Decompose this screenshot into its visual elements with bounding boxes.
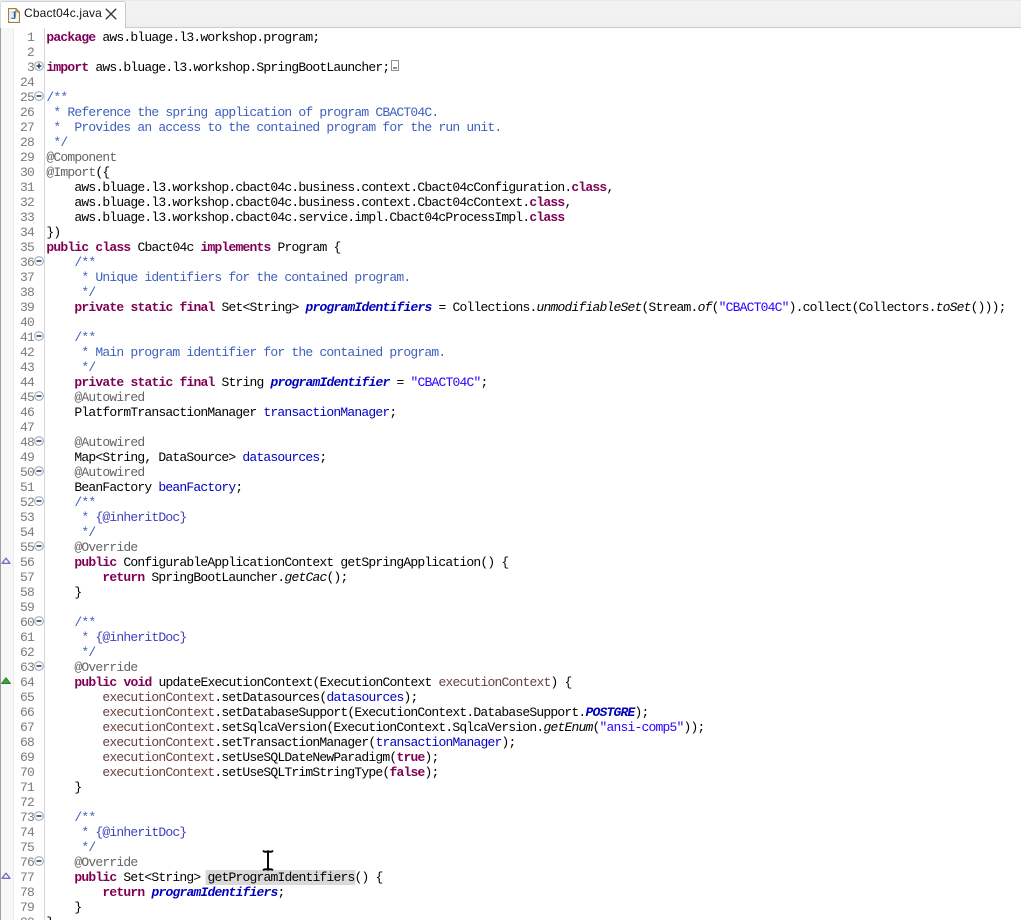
svg-text:J: J — [11, 10, 17, 22]
